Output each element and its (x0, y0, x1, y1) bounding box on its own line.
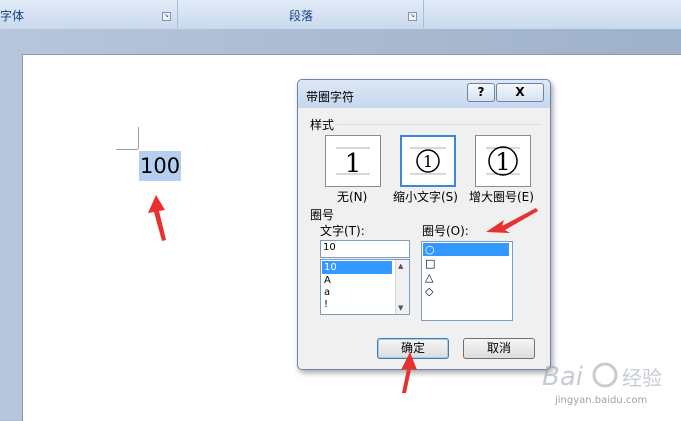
style-option-shrink-text[interactable]: 1 (400, 135, 456, 187)
list-item[interactable]: 10 (322, 261, 392, 274)
text-input-value: 10 (323, 242, 336, 253)
cancel-button[interactable]: 取消 (463, 338, 535, 359)
paragraph-dialog-launcher-icon[interactable]: ↘ (408, 12, 417, 21)
list-item[interactable]: □ (423, 257, 509, 270)
style-option-none-label: 无(N) (337, 190, 368, 204)
svg-text:1: 1 (345, 149, 362, 179)
list-item[interactable]: ◇ (423, 285, 509, 298)
margin-corner-mark (116, 149, 138, 150)
text-input[interactable]: 10 (320, 240, 410, 258)
enclosure-section-label: 圈号 (310, 208, 335, 222)
svg-text:Bai: Bai (542, 362, 584, 392)
list-item[interactable]: ○ (423, 243, 509, 256)
font-group-label: 字体 (0, 9, 25, 23)
annotation-arrow-icon (148, 195, 166, 241)
paragraph-group-label: 段落 (288, 9, 313, 23)
watermark-url: jingyan.baidu.com (555, 395, 648, 406)
divider (337, 124, 541, 125)
text-field-label: 文字(T): (320, 224, 365, 238)
style-section-label: 样式 (310, 118, 335, 132)
font-group: 字体 ↘ (0, 0, 178, 28)
style-option-none[interactable]: 1 (325, 135, 381, 187)
list-item[interactable]: ! (322, 298, 392, 311)
font-dialog-launcher-icon[interactable]: ↘ (162, 12, 171, 21)
ribbon: 字体 ↘ 段落 ↘ (0, 0, 681, 30)
dialog-title: 带圈字符 (306, 90, 355, 104)
style-option-enlarge-enclosure-label: 增大圈号(E) (469, 190, 534, 204)
paragraph-group: 段落 ↘ (179, 0, 424, 28)
ribbon-group-empty (425, 0, 681, 28)
baidu-watermark-logo: Bai 经验 (542, 362, 662, 392)
close-button[interactable]: X (496, 83, 544, 102)
style-option-enlarge-enclosure[interactable]: 1 (475, 135, 531, 187)
selected-text[interactable]: 100 (139, 151, 182, 181)
selected-text-value: 100 (140, 154, 181, 178)
help-button[interactable]: ? (467, 83, 495, 102)
text-list[interactable]: 10 A a ! ▲ ▼ (320, 259, 410, 315)
svg-text:经验: 经验 (622, 366, 662, 390)
style-option-shrink-text-label: 缩小文字(S) (393, 190, 458, 204)
list-item[interactable]: △ (423, 271, 509, 284)
margin-corner-mark (138, 127, 139, 149)
enclosure-list[interactable]: ○ □ △ ◇ (421, 241, 513, 321)
svg-text:1: 1 (495, 148, 510, 176)
text-list-scrollbar[interactable]: ▲ ▼ (395, 260, 409, 314)
enclosure-field-label: 圈号(O): (422, 224, 469, 238)
scroll-up-icon[interactable]: ▲ (398, 262, 403, 270)
annotation-arrow-icon (401, 352, 417, 393)
svg-text:1: 1 (423, 152, 433, 171)
dialog-titlebar[interactable]: 带圈字符 ? X (298, 80, 550, 108)
annotation-arrow-icon (486, 208, 538, 233)
scroll-down-icon[interactable]: ▼ (398, 304, 403, 312)
